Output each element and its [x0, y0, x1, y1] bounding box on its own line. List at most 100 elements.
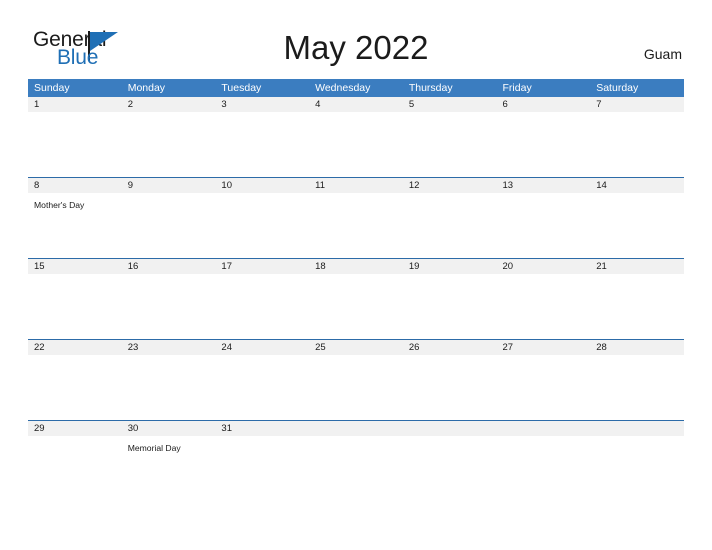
day-number[interactable]: 30: [122, 421, 216, 436]
calendar-grid: Sunday Monday Tuesday Wednesday Thursday…: [28, 79, 684, 486]
day-cell: [309, 436, 403, 486]
weekday-header-row: Sunday Monday Tuesday Wednesday Thursday…: [28, 79, 684, 97]
day-cell[interactable]: [215, 355, 309, 420]
day-cell[interactable]: [590, 274, 684, 339]
day-number: [497, 421, 591, 436]
day-number[interactable]: 6: [497, 97, 591, 112]
day-number[interactable]: 31: [215, 421, 309, 436]
day-number[interactable]: 24: [215, 340, 309, 355]
day-cell[interactable]: [309, 355, 403, 420]
week-numbers-strip: 15 16 17 18 19 20 21: [28, 259, 684, 274]
week-events-strip: [28, 355, 684, 420]
day-number[interactable]: 9: [122, 178, 216, 193]
day-number: [403, 421, 497, 436]
day-event-label: Memorial Day: [127, 443, 181, 453]
weekday-header-thursday: Thursday: [408, 82, 453, 94]
day-number[interactable]: 27: [497, 340, 591, 355]
week-row: 29 30 31 Memorial Day: [28, 420, 684, 486]
day-number[interactable]: 11: [309, 178, 403, 193]
day-number[interactable]: 17: [215, 259, 309, 274]
weekday-header-wednesday: Wednesday: [315, 82, 371, 94]
day-number[interactable]: 19: [403, 259, 497, 274]
day-cell[interactable]: [590, 355, 684, 420]
weekday-header-monday: Monday: [127, 82, 166, 94]
day-number[interactable]: 28: [590, 340, 684, 355]
day-cell[interactable]: [309, 193, 403, 258]
day-cell[interactable]: [497, 193, 591, 258]
day-number: [590, 421, 684, 436]
day-cell[interactable]: [497, 355, 591, 420]
week-row: 22 23 24 25 26 27 28: [28, 339, 684, 420]
day-cell[interactable]: [403, 112, 497, 177]
week-row: 8 9 10 11 12 13 14 Mother's Day: [28, 177, 684, 258]
day-cell[interactable]: [309, 274, 403, 339]
day-number[interactable]: 1: [28, 97, 122, 112]
weekday-header-tuesday: Tuesday: [221, 82, 262, 94]
day-number[interactable]: 21: [590, 259, 684, 274]
day-number: [309, 421, 403, 436]
week-events-strip: Mother's Day: [28, 193, 684, 258]
day-cell[interactable]: [215, 112, 309, 177]
day-number[interactable]: 16: [122, 259, 216, 274]
day-number[interactable]: 18: [309, 259, 403, 274]
day-cell[interactable]: [403, 274, 497, 339]
week-row: 15 16 17 18 19 20 21: [28, 258, 684, 339]
day-cell[interactable]: [497, 274, 591, 339]
day-cell[interactable]: [215, 193, 309, 258]
day-cell[interactable]: [28, 436, 122, 486]
day-number[interactable]: 23: [122, 340, 216, 355]
day-cell[interactable]: [122, 193, 216, 258]
day-cell[interactable]: [309, 112, 403, 177]
week-numbers-strip: 22 23 24 25 26 27 28: [28, 340, 684, 355]
week-row: 1 2 3 4 5 6 7: [28, 97, 684, 177]
day-cell: [497, 436, 591, 486]
day-cell[interactable]: [215, 274, 309, 339]
day-cell[interactable]: [497, 112, 591, 177]
day-cell[interactable]: [122, 274, 216, 339]
week-events-strip: [28, 112, 684, 177]
day-cell[interactable]: [28, 112, 122, 177]
day-number[interactable]: 5: [403, 97, 497, 112]
page-title: May 2022: [283, 29, 429, 66]
day-number[interactable]: 8: [28, 178, 122, 193]
day-cell[interactable]: Mother's Day: [28, 193, 122, 258]
day-number[interactable]: 15: [28, 259, 122, 274]
day-cell[interactable]: [403, 355, 497, 420]
day-cell: [403, 436, 497, 486]
week-numbers-strip: 8 9 10 11 12 13 14: [28, 178, 684, 193]
day-cell[interactable]: [28, 274, 122, 339]
week-numbers-strip: 1 2 3 4 5 6 7: [28, 97, 684, 112]
day-number[interactable]: 26: [403, 340, 497, 355]
day-number[interactable]: 25: [309, 340, 403, 355]
day-number[interactable]: 4: [309, 97, 403, 112]
day-number[interactable]: 12: [403, 178, 497, 193]
weekday-header-saturday: Saturday: [596, 82, 639, 94]
calendar-page: General Blue May 2022 Guam Sunday Monday…: [0, 0, 712, 550]
day-cell[interactable]: [122, 355, 216, 420]
week-events-strip: [28, 274, 684, 339]
day-cell[interactable]: [590, 193, 684, 258]
day-cell[interactable]: [215, 436, 309, 486]
day-cell[interactable]: [28, 355, 122, 420]
day-number[interactable]: 3: [215, 97, 309, 112]
day-number[interactable]: 20: [497, 259, 591, 274]
day-cell[interactable]: [403, 193, 497, 258]
week-numbers-strip: 29 30 31: [28, 421, 684, 436]
day-cell[interactable]: [590, 112, 684, 177]
day-number[interactable]: 14: [590, 178, 684, 193]
day-cell: [590, 436, 684, 486]
day-number[interactable]: 7: [590, 97, 684, 112]
page-header: General Blue May 2022 Guam: [0, 0, 712, 74]
day-number[interactable]: 10: [215, 178, 309, 193]
day-event-label: Mother's Day: [34, 200, 85, 210]
locale-label: Guam: [643, 46, 682, 62]
day-cell[interactable]: Memorial Day: [122, 436, 216, 486]
day-number[interactable]: 22: [28, 340, 122, 355]
day-cell[interactable]: [122, 112, 216, 177]
day-number[interactable]: 29: [28, 421, 122, 436]
week-events-strip: Memorial Day: [28, 436, 684, 486]
weekday-header-sunday: Sunday: [34, 82, 70, 94]
day-number[interactable]: 2: [122, 97, 216, 112]
weekday-header-friday: Friday: [502, 82, 532, 94]
day-number[interactable]: 13: [497, 178, 591, 193]
